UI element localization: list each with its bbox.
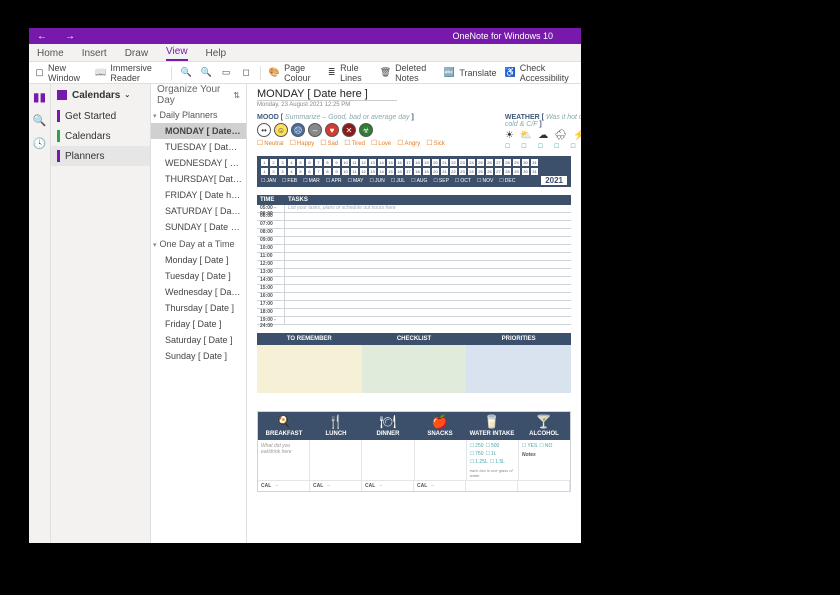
sort-icon[interactable]: ⇅ [233,91,240,100]
page-group[interactable]: One Day at a Time [151,235,246,252]
translate-button[interactable]: 🔤Translate [443,67,496,79]
rule-lines-button[interactable]: ≣Rule Lines [327,63,372,83]
page-item[interactable]: Monday [ Date ] [151,252,246,268]
page-date: Monday, 23 August 2021 12:25 PM [257,102,571,108]
window-icon: ▢ [35,67,44,79]
new-window-button[interactable]: ▢New Window [35,63,87,83]
notebook-dropdown[interactable]: Calendars⌄ [51,84,150,106]
page-item[interactable]: Thursday [ Date ] [151,300,246,316]
meals-tracker[interactable]: 🍳BREAKFAST🍴LUNCH🍽DINNER🍎SNACKS🥛WATER INT… [257,411,571,492]
notebooks-icon[interactable]: ▮▮ [33,90,46,104]
weather-label: WEATHER [ Was it hot or cold & C/F ] [505,114,581,128]
ribbon: ▢New Window 📖Immersive Reader 🔍 🔍 ▭ ◻ 🎨P… [29,62,581,84]
mood-checkboxes[interactable]: NeutralHappySadTiredLoveAngrySick [257,139,445,147]
forward-icon[interactable]: → [65,31,75,42]
three-panel[interactable]: TO REMEMBER CHECKLIST PRIORITIES [257,333,571,393]
menu-draw[interactable]: Draw [125,46,148,61]
weather-icons[interactable]: ☀⛅☁🌧⚡❄ [505,130,581,141]
recent-icon[interactable]: 🕓 [33,137,47,150]
nav-rail: ▮▮ 🔍 🕓 [29,84,51,543]
mood-faces[interactable]: •• ☺ ☹ – ♥ ✕ ☣ [257,123,445,137]
zoom-in-icon[interactable]: 🔍 [200,67,212,79]
pages-panel: Organize Your Day⇅ Daily PlannersMONDAY … [151,84,247,543]
calendar-strip[interactable]: 1234567891011121314151617181920212223242… [257,156,571,187]
page-item[interactable]: SUNDAY [ Date here ] [151,219,246,235]
deleted-notes-button[interactable]: 🗑Deleted Notes [380,63,436,83]
page-group[interactable]: Daily Planners [151,106,246,123]
notebook-panel: Calendars⌄ Get StartedCalendarsPlanners [51,84,151,543]
search-icon[interactable]: 🔍 [33,114,47,127]
page-item[interactable]: TUESDAY [ Date her... [151,139,246,155]
mood-label: MOOD [ Summarize – Good, bad or average … [257,114,445,121]
section-title: Organize Your Day [157,84,233,106]
weather-checkboxes[interactable] [505,143,581,150]
paint-icon: 🎨 [269,67,280,79]
accessibility-button[interactable]: ♿Check Accessibility [505,63,575,83]
menu-bar: Home Insert Draw View Help [29,44,581,62]
section-item[interactable]: Planners [51,146,150,166]
page-item[interactable]: Friday [ Date ] [151,316,246,332]
app-title: OneNote for Windows 10 [75,31,573,41]
year-label: 2021 [541,176,567,185]
schedule-table[interactable]: TIMETASKS 05:00 - 06:00List your tasks, … [257,195,571,325]
menu-home[interactable]: Home [37,46,64,61]
page-item[interactable]: WEDNESDAY [ Date... [151,155,246,171]
immersive-reader-button[interactable]: 📖Immersive Reader [95,63,163,83]
page-item[interactable]: SATURDAY [ Date h... [151,203,246,219]
page-canvas[interactable]: MONDAY [ Date here ] Monday, 23 August 2… [247,84,581,543]
page-item[interactable]: Saturday [ Date ] [151,332,246,348]
title-bar: ← → OneNote for Windows 10 [29,28,581,44]
page-item[interactable]: Wednesday [ Date ] [151,284,246,300]
accessibility-icon: ♿ [505,67,516,79]
section-item[interactable]: Get Started [51,106,150,126]
page-width-icon[interactable]: ▭ [220,67,232,79]
menu-help[interactable]: Help [206,46,227,61]
section-item[interactable]: Calendars [51,126,150,146]
page-item[interactable]: MONDAY [ Date her... [151,123,246,139]
trash-icon: 🗑 [380,67,391,79]
reader-icon: 📖 [95,67,106,79]
page-title[interactable]: MONDAY [ Date here ] [257,88,397,101]
fit-icon[interactable]: ◻ [240,67,252,79]
page-item[interactable]: Sunday [ Date ] [151,348,246,364]
page-item[interactable]: Tuesday [ Date ] [151,268,246,284]
translate-icon: 🔤 [443,67,455,79]
page-colour-button[interactable]: 🎨Page Colour [269,63,319,83]
page-item[interactable]: THURSDAY[ Date he... [151,171,246,187]
back-icon[interactable]: ← [37,31,47,42]
menu-view[interactable]: View [166,44,188,61]
page-item[interactable]: FRIDAY [ Date here ] [151,187,246,203]
zoom-out-icon[interactable]: 🔍 [180,67,192,79]
lines-icon: ≣ [327,67,336,79]
menu-insert[interactable]: Insert [82,46,107,61]
